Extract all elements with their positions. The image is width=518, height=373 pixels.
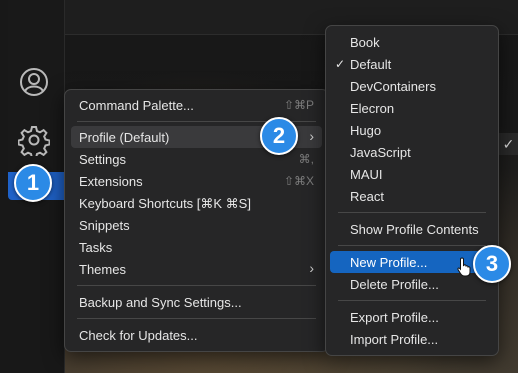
menu-separator xyxy=(338,212,486,213)
menu-item-label: Book xyxy=(350,35,380,50)
step-badge-1: 1 xyxy=(14,164,52,202)
menu-item-command-palette[interactable]: Command Palette... ⇧⌘P xyxy=(71,94,322,116)
profile-item-elecron[interactable]: Elecron xyxy=(330,97,494,119)
menu-item-label: New Profile... xyxy=(350,255,428,270)
chevron-right-icon: › xyxy=(309,128,314,144)
menu-item-label: JavaScript xyxy=(350,145,411,160)
menu-item-label: MAUI xyxy=(350,167,383,182)
show-profile-contents[interactable]: Show Profile Contents xyxy=(330,218,494,240)
menu-item-label: Export Profile... xyxy=(350,310,439,325)
menu-item-keyboard-shortcuts[interactable]: Keyboard Shortcuts [⌘K ⌘S] xyxy=(71,192,322,214)
menu-item-check-updates[interactable]: Check for Updates... xyxy=(71,324,322,346)
menu-item-label: Extensions xyxy=(79,174,143,189)
shortcut-label: ⇧⌘P xyxy=(283,98,314,112)
menu-item-label: Backup and Sync Settings... xyxy=(79,295,242,310)
profile-submenu: Book ✓ Default DevContainers Elecron Hug… xyxy=(325,25,499,356)
menu-item-label: Keyboard Shortcuts [⌘K ⌘S] xyxy=(79,196,251,211)
menu-separator xyxy=(338,245,486,246)
menu-item-label: Delete Profile... xyxy=(350,277,439,292)
menu-separator xyxy=(77,318,316,319)
menu-item-label: Themes xyxy=(79,262,126,277)
menu-item-label: Command Palette... xyxy=(79,98,194,113)
menu-item-tasks[interactable]: Tasks xyxy=(71,236,322,258)
profile-item-react[interactable]: React xyxy=(330,185,494,207)
profile-item-book[interactable]: Book xyxy=(330,31,494,53)
menu-item-label: Profile (Default) xyxy=(79,130,170,145)
menu-separator xyxy=(77,285,316,286)
hand-pointer-icon xyxy=(457,257,473,277)
checkmark-icon: ✓ xyxy=(335,57,346,71)
profile-item-devcontainers[interactable]: DevContainers xyxy=(330,75,494,97)
menu-item-label: Show Profile Contents xyxy=(350,222,479,237)
shortcut-label: ⌘, xyxy=(298,152,314,166)
chevron-right-icon: › xyxy=(309,260,314,276)
shortcut-label: ⇧⌘X xyxy=(283,174,314,188)
menu-item-label: Settings xyxy=(79,152,126,167)
profile-item-hugo[interactable]: Hugo xyxy=(330,119,494,141)
menu-item-label: DevContainers xyxy=(350,79,436,94)
menu-item-label: Snippets xyxy=(79,218,130,233)
menu-item-label: Elecron xyxy=(350,101,395,116)
menu-item-label: Hugo xyxy=(350,123,382,138)
menu-item-label: Import Profile... xyxy=(350,332,439,347)
menu-item-label: Default xyxy=(350,57,392,72)
menu-item-themes[interactable]: Themes › xyxy=(71,258,322,280)
step-badge-3: 3 xyxy=(473,245,511,283)
menu-item-extensions[interactable]: Extensions ⇧⌘X xyxy=(71,170,322,192)
menu-separator xyxy=(338,300,486,301)
menu-item-snippets[interactable]: Snippets xyxy=(71,214,322,236)
step-badge-2: 2 xyxy=(260,117,298,155)
menu-item-label: Check for Updates... xyxy=(79,328,198,343)
gear-icon[interactable] xyxy=(18,124,50,156)
import-profile-item[interactable]: Import Profile... xyxy=(330,328,494,350)
profile-item-javascript[interactable]: JavaScript xyxy=(330,141,494,163)
menu-item-label: React xyxy=(350,189,384,204)
menu-item-backup-sync[interactable]: Backup and Sync Settings... xyxy=(71,291,322,313)
checkmark-icon[interactable]: ✓ xyxy=(497,133,518,155)
profile-item-maui[interactable]: MAUI xyxy=(330,163,494,185)
profile-item-default[interactable]: ✓ Default xyxy=(330,53,494,75)
accounts-icon[interactable] xyxy=(18,66,50,98)
menu-item-label: Tasks xyxy=(79,240,113,255)
export-profile-item[interactable]: Export Profile... xyxy=(330,306,494,328)
